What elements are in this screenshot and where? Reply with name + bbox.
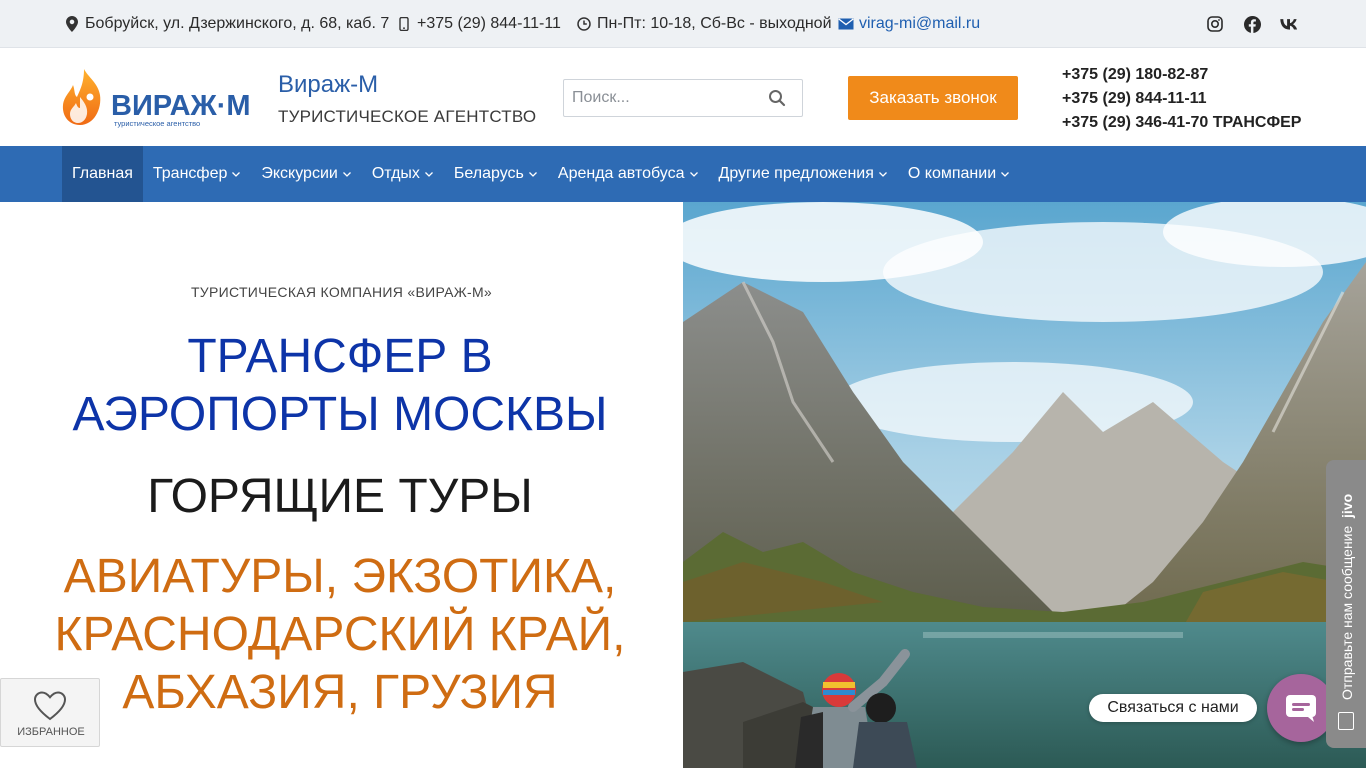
hero-image-mountain-lake <box>683 202 1366 768</box>
chat-icon <box>1338 712 1354 730</box>
search-icon[interactable] <box>768 89 788 109</box>
map-pin-icon <box>64 16 80 32</box>
logo-tagline: туристическое агентство <box>114 119 200 128</box>
envelope-icon <box>838 16 854 32</box>
header-phone-3[interactable]: +375 (29) 346-41-70 ТРАНСФЕР <box>1062 111 1301 135</box>
header-phones: +375 (29) 180-82-87 +375 (29) 844-11-11 … <box>1062 63 1301 135</box>
top-info-bar: Бобруйск, ул. Дзержинского, д. 68, каб. … <box>0 0 1366 48</box>
social-links <box>1206 0 1298 48</box>
facebook-icon[interactable] <box>1243 15 1261 33</box>
header-phone-1[interactable]: +375 (29) 180-82-87 <box>1062 63 1301 87</box>
contact-us-bubble[interactable]: Связаться с нами <box>1089 694 1257 722</box>
chevron-down-icon <box>342 172 351 177</box>
clock-icon <box>576 16 592 32</box>
vk-icon[interactable] <box>1280 15 1298 33</box>
chevron-down-icon <box>528 172 537 177</box>
hero-eyebrow: ТУРИСТИЧЕСКАЯ КОМПАНИЯ «ВИРАЖ-М» <box>190 284 493 300</box>
nav-item-transfer[interactable]: Трансфер <box>143 146 251 202</box>
chevron-down-icon <box>878 172 887 177</box>
nav-item-excursions[interactable]: Экскурсии <box>251 146 361 202</box>
address-text: Бобруйск, ул. Дзержинского, д. 68, каб. … <box>85 15 390 32</box>
nav-item-bus-rental[interactable]: Аренда автобуса <box>548 146 709 202</box>
site-header: ВИРАЖ·М туристическое агентство Вираж-М … <box>0 49 1366 146</box>
hours-info: Пн-Пт: 10-18, Сб-Вс - выходной <box>576 0 832 48</box>
logo-wordmark: ВИРАЖ·М <box>111 90 251 122</box>
heart-icon <box>34 691 66 721</box>
nav-item-rest[interactable]: Отдых <box>362 146 444 202</box>
address-info: Бобруйск, ул. Дзержинского, д. 68, каб. … <box>64 0 389 48</box>
email-info[interactable]: virag-mi@mail.ru <box>838 0 980 48</box>
site-logo[interactable]: ВИРАЖ·М туристическое агентство <box>62 67 264 129</box>
header-phone-2[interactable]: +375 (29) 844-11-11 <box>1062 87 1301 111</box>
jivo-message-text: Отправьте нам сообщение jivo <box>1339 493 1355 700</box>
jivo-chat-tab[interactable]: Отправьте нам сообщение jivo <box>1326 460 1366 748</box>
chevron-down-icon <box>689 172 698 177</box>
brand-name[interactable]: Вираж-М <box>278 71 378 99</box>
chevron-down-icon <box>1001 172 1010 177</box>
nav-item-other-offers[interactable]: Другие предложения <box>709 146 898 202</box>
contact-chat-button[interactable] <box>1267 674 1335 742</box>
phone-info[interactable]: +375 (29) 844-11-11 <box>396 0 561 48</box>
search-box <box>563 79 803 117</box>
chevron-down-icon <box>424 172 433 177</box>
hero-headline-destinations[interactable]: АВИАТУРЫ, ЭКЗОТИКА, КРАСНОДАРСКИЙ КРАЙ, … <box>30 548 650 722</box>
hero-headline-hot-tours[interactable]: ГОРЯЩИЕ ТУРЫ <box>40 468 640 526</box>
favorites-button[interactable]: ИЗБРАННОЕ <box>0 678 100 747</box>
hero-headline-transfer[interactable]: ТРАНСФЕР В АЭРОПОРТЫ МОСКВЫ <box>40 328 640 444</box>
phone-text[interactable]: +375 (29) 844-11-11 <box>417 15 561 33</box>
chevron-down-icon <box>232 172 241 177</box>
hours-text: Пн-Пт: 10-18, Сб-Вс - выходной <box>597 15 832 32</box>
search-input[interactable] <box>564 80 764 116</box>
nav-item-about[interactable]: О компании <box>898 146 1020 202</box>
favorites-label: ИЗБРАННОЕ <box>17 726 85 738</box>
instagram-icon[interactable] <box>1206 15 1224 33</box>
email-link[interactable]: virag-mi@mail.ru <box>859 15 980 33</box>
chat-bubble-icon <box>1286 695 1316 722</box>
nav-item-belarus[interactable]: Беларусь <box>444 146 548 202</box>
order-call-button[interactable]: Заказать звонок <box>848 76 1018 120</box>
nav-item-home[interactable]: Главная <box>62 146 143 202</box>
hero-text-panel: ТУРИСТИЧЕСКАЯ КОМПАНИЯ «ВИРАЖ-М» ТРАНСФЕ… <box>0 202 683 768</box>
jivo-brand: jivo <box>1339 493 1355 518</box>
main-nav: Главная Трансфер Экскурсии Отдых Беларус… <box>0 146 1366 202</box>
brand-subtitle: ТУРИСТИЧЕСКОЕ АГЕНТСТВО <box>278 107 537 126</box>
mobile-phone-icon <box>396 16 412 32</box>
